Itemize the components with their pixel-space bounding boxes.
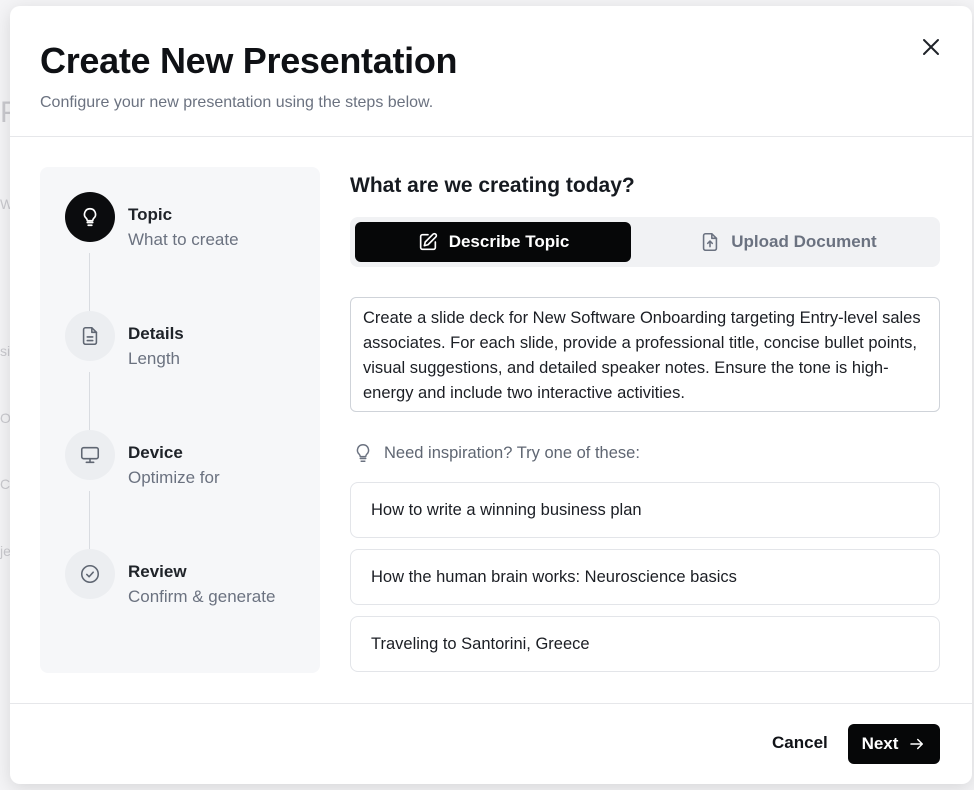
step-device[interactable]: Device Optimize for [65,430,315,490]
lightbulb-icon [356,444,370,462]
suggestion-item[interactable]: How to write a winning business plan [350,482,940,538]
step-title: Details [128,324,184,343]
topic-description-input[interactable]: Create a slide deck for New Software Onb… [350,297,940,412]
tab-label: Upload Document [731,232,877,251]
tab-upload-document[interactable]: Upload Document [650,222,926,262]
suggestion-item[interactable]: How the human brain works: Neuroscience … [350,549,940,605]
step-description: What to create [128,230,239,249]
panel-title: What are we creating today? [350,174,635,197]
step-topic[interactable]: Topic What to create [65,192,315,252]
dialog-title: Create New Presentation [40,40,458,81]
step-topic-circle [65,192,115,242]
cancel-button[interactable]: Cancel [772,733,828,753]
next-button[interactable]: Next [848,724,940,764]
suggestion-item[interactable]: Traveling to Santorini, Greece [350,616,940,672]
step-connector [89,372,90,432]
step-description: Optimize for [128,468,220,487]
step-review[interactable]: Review Confirm & generate [65,549,315,609]
arrow-right-icon [910,738,924,750]
dialog-subtitle: Configure your new presentation using th… [40,94,434,111]
tab-label: Describe Topic [448,232,570,251]
edit-icon [419,232,437,251]
step-connector [89,491,90,551]
close-icon [923,39,939,55]
step-title: Topic [128,205,173,224]
background-fragment: si [0,343,11,359]
input-mode-tabs: Describe Topic Upload Document [350,217,940,267]
upload-file-icon [703,232,718,252]
close-button[interactable] [918,34,944,60]
step-description: Length [128,349,180,368]
step-description: Confirm & generate [128,587,276,606]
step-details-circle [65,311,115,361]
lightbulb-icon [83,207,97,227]
document-icon [82,326,98,346]
check-circle-icon [80,564,100,584]
step-title: Device [128,443,183,462]
inspiration-hint: Need inspiration? Try one of these: [352,442,640,464]
create-presentation-dialog: Create New Presentation Configure your n… [10,6,972,784]
step-title: Review [128,562,187,581]
monitor-icon [80,446,100,464]
background-fragment: C [0,476,11,492]
step-connector [89,253,90,313]
dialog-header: Create New Presentation Configure your n… [10,6,972,137]
step-navigator: Topic What to create Details Length Devi… [40,167,320,673]
step-device-circle [65,430,115,480]
step-details[interactable]: Details Length [65,311,315,371]
step-review-circle [65,549,115,599]
next-label: Next [861,734,899,753]
inspiration-label: Need inspiration? Try one of these: [384,443,640,462]
tab-describe-topic[interactable]: Describe Topic [355,222,631,262]
